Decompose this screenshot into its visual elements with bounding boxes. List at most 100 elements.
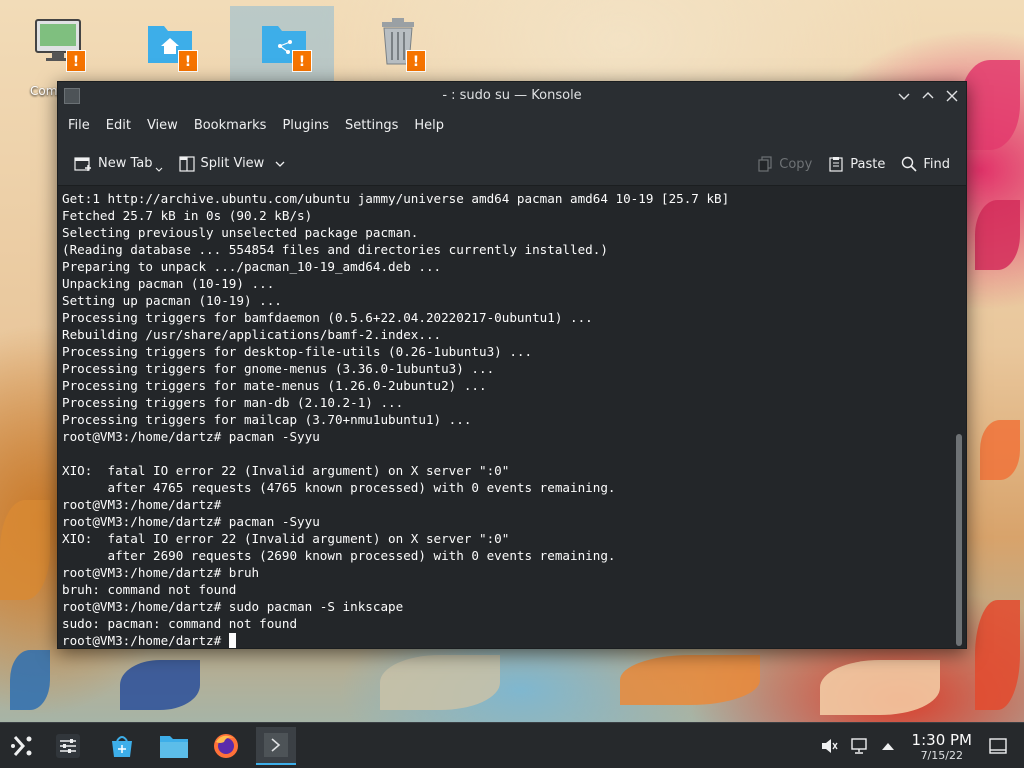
terminal-line: bruh: command not found (62, 582, 237, 597)
desktop-icon-computer[interactable]: ! Comp (4, 6, 108, 98)
konsole-icon (264, 733, 288, 757)
terminal-line: Processing triggers for man-db (2.10.2-1… (62, 395, 404, 410)
scrollbar-thumb[interactable] (956, 434, 962, 646)
konsole-window[interactable]: - : sudo su — Konsole File Edit View Boo… (57, 81, 967, 649)
menu-settings[interactable]: Settings (337, 110, 406, 142)
tray-expander[interactable] (876, 723, 900, 768)
file-manager-icon (160, 736, 188, 758)
terminal-line: root@VM3:/home/dartz# pacman -Syyu (62, 514, 320, 529)
network-tray[interactable] (846, 723, 872, 768)
terminal-scrollbar[interactable] (952, 186, 966, 648)
desktop-icon-trash[interactable]: ! (344, 6, 448, 84)
desktop-icon-folder[interactable]: ! (230, 6, 334, 84)
volume-muted-icon (822, 739, 838, 753)
terminal-line: Get:1 http://archive.ubuntu.com/ubuntu j… (62, 191, 730, 206)
taskbar: 1:30 PM 7/15/22 (0, 722, 1024, 768)
find-button[interactable]: Find (893, 148, 958, 180)
split-view-label: Split View (200, 156, 265, 171)
terminal-prompt-line[interactable]: root@VM3:/home/dartz# (62, 632, 952, 648)
chevron-up-icon (882, 743, 894, 750)
terminal-line: XIO: fatal IO error 22 (Invalid argument… (62, 463, 510, 478)
new-tab-label: New Tab (98, 156, 153, 171)
text-cursor (228, 633, 236, 648)
terminal-line: Preparing to unpack .../pacman_10-19_amd… (62, 259, 442, 274)
menu-edit[interactable]: Edit (98, 110, 139, 142)
taskbar-firefox[interactable] (206, 727, 246, 765)
terminal-line: sudo: pacman: command not found (62, 616, 298, 631)
volume-tray[interactable] (816, 723, 842, 768)
menu-help[interactable]: Help (406, 110, 452, 142)
show-desktop-icon (989, 738, 1007, 754)
menu-view[interactable]: View (139, 110, 186, 142)
terminal-line: root@VM3:/home/dartz# bruh (62, 565, 260, 580)
find-label: Find (923, 156, 950, 172)
paste-button[interactable]: Paste (820, 148, 893, 180)
terminal-line: Unpacking pacman (10-19) ... (62, 276, 275, 291)
terminal-line: Selecting previously unselected package … (62, 225, 419, 240)
digital-clock[interactable]: 1:30 PM 7/15/22 (912, 731, 972, 762)
copy-button[interactable]: Copy (749, 148, 820, 180)
terminal-line: root@VM3:/home/dartz# (62, 497, 222, 512)
paste-icon (829, 157, 843, 172)
terminal-line: Fetched 25.7 kB in 0s (90.2 kB/s) (62, 208, 313, 223)
clock-time: 1:30 PM (911, 731, 972, 749)
warning-badge: ! (178, 50, 198, 72)
chevron-down-icon (155, 167, 162, 172)
new-tab-icon (74, 156, 91, 171)
minimize-button[interactable] (896, 82, 912, 110)
terminal-line: Processing triggers for desktop-file-uti… (62, 344, 533, 359)
maximize-button[interactable] (920, 82, 936, 110)
terminal-line: Setting up pacman (10-19) ... (62, 293, 282, 308)
firefox-icon (214, 734, 238, 758)
discover-store-icon (112, 736, 132, 757)
terminal-output[interactable]: Get:1 http://archive.ubuntu.com/ubuntu j… (58, 186, 952, 648)
close-icon (946, 90, 958, 102)
system-settings-icon (56, 734, 80, 758)
terminal-line: (Reading database ... 554854 files and d… (62, 242, 608, 257)
warning-badge: ! (292, 50, 312, 72)
taskbar-settings[interactable] (48, 727, 88, 765)
copy-icon (758, 156, 772, 172)
taskbar-discover[interactable] (102, 727, 142, 765)
terminal-line: Processing triggers for gnome-menus (3.3… (62, 361, 495, 376)
terminal-line: Processing triggers for mailcap (3.70+nm… (62, 412, 472, 427)
main-toolbar: New Tab Split View Copy Paste Find (58, 142, 966, 186)
show-desktop-button[interactable] (984, 723, 1012, 768)
terminal-line: Processing triggers for bamfdaemon (0.5.… (62, 310, 593, 325)
app-launcher-icon (11, 736, 32, 756)
terminal-prompt: root@VM3:/home/dartz# (62, 633, 229, 648)
taskbar-file-manager[interactable] (154, 727, 194, 765)
konsole-app-icon[interactable] (64, 88, 80, 104)
paste-label: Paste (850, 156, 886, 172)
new-tab-button[interactable]: New Tab (66, 148, 171, 180)
terminal-line: root@VM3:/home/dartz# pacman -Syyu (62, 429, 320, 444)
copy-label: Copy (779, 156, 813, 172)
chevron-up-icon (922, 92, 934, 99)
split-view-button[interactable]: Split View (171, 148, 295, 180)
menu-file[interactable]: File (60, 110, 98, 142)
terminal-line: root@VM3:/home/dartz# sudo pacman -S ink… (62, 599, 404, 614)
warning-badge: ! (66, 50, 86, 72)
terminal-line: XIO: fatal IO error 22 (Invalid argument… (62, 531, 510, 546)
clock-date: 7/15/22 (920, 749, 963, 762)
warning-badge: ! (406, 50, 426, 72)
terminal-line: Rebuilding /usr/share/applications/bamf-… (62, 327, 442, 342)
menu-bookmarks[interactable]: Bookmarks (186, 110, 275, 142)
split-view-icon (178, 155, 195, 172)
search-icon (902, 156, 917, 172)
chevron-down-icon (898, 93, 910, 100)
network-icon (851, 738, 867, 754)
desktop-icon-home[interactable]: ! (116, 6, 220, 84)
terminal-line: after 2690 requests (2690 known processe… (62, 548, 616, 563)
menu-bar: File Edit View Bookmarks Plugins Setting… (58, 110, 966, 142)
window-titlebar[interactable]: - : sudo su — Konsole (58, 82, 966, 110)
taskbar-konsole[interactable] (256, 727, 296, 765)
app-launcher-button[interactable] (2, 727, 42, 765)
menu-plugins[interactable]: Plugins (274, 110, 337, 142)
close-button[interactable] (944, 82, 960, 110)
terminal-line: Processing triggers for mate-menus (1.26… (62, 378, 487, 393)
chevron-down-icon (275, 161, 285, 167)
window-title: - : sudo su — Konsole (442, 88, 582, 103)
terminal-line: after 4765 requests (4765 known processe… (62, 480, 616, 495)
